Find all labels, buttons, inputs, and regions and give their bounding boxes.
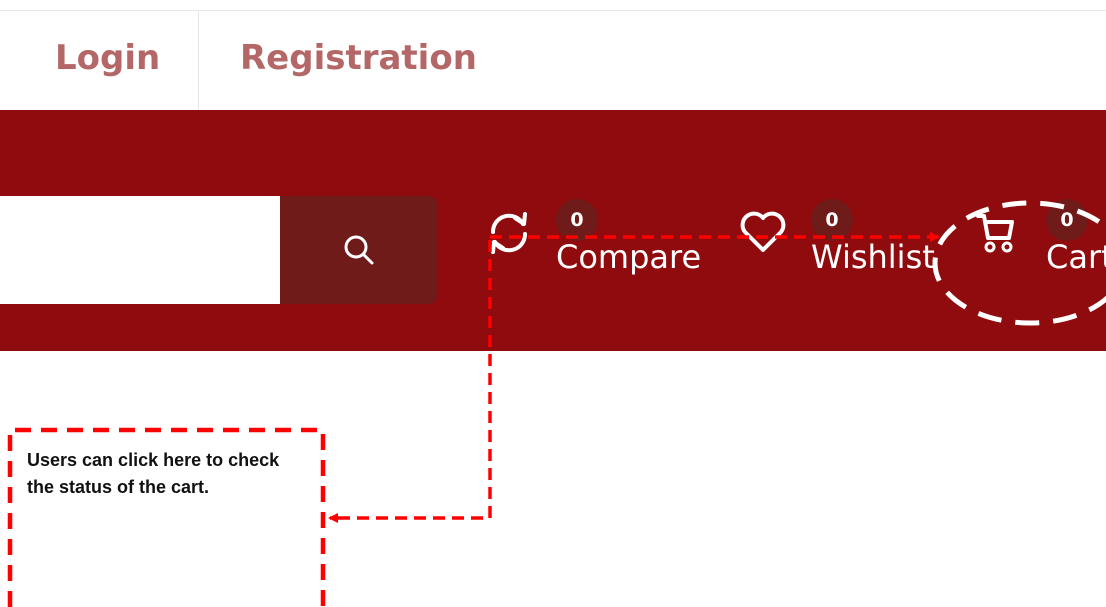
heart-icon: [740, 211, 786, 252]
cart-icon: [976, 214, 1014, 253]
auth-divider: [198, 11, 199, 111]
cart-count-badge: 0: [1046, 199, 1088, 241]
refresh-icon: [490, 212, 528, 254]
auth-bar: Login Registration: [0, 11, 1106, 111]
wishlist-button[interactable]: 0 Wishlist: [735, 196, 935, 304]
cart-button[interactable]: 0 Cart: [972, 196, 1106, 304]
search-button[interactable]: [280, 196, 437, 304]
wishlist-count-badge: 0: [811, 199, 853, 241]
search-input[interactable]: [0, 196, 280, 304]
search-icon: [344, 235, 373, 265]
cart-label: Cart: [1046, 238, 1106, 276]
compare-count-badge: 0: [556, 199, 598, 241]
wishlist-label: Wishlist: [811, 238, 935, 276]
login-link[interactable]: Login: [55, 41, 160, 75]
compare-button[interactable]: 0 Compare: [480, 196, 710, 304]
main-header: 0 Compare 0 Wishlist 0 Cart: [0, 110, 1106, 351]
annotation-note: Users can click here to check the status…: [27, 450, 280, 497]
registration-link[interactable]: Registration: [240, 41, 477, 75]
compare-label: Compare: [556, 238, 702, 276]
